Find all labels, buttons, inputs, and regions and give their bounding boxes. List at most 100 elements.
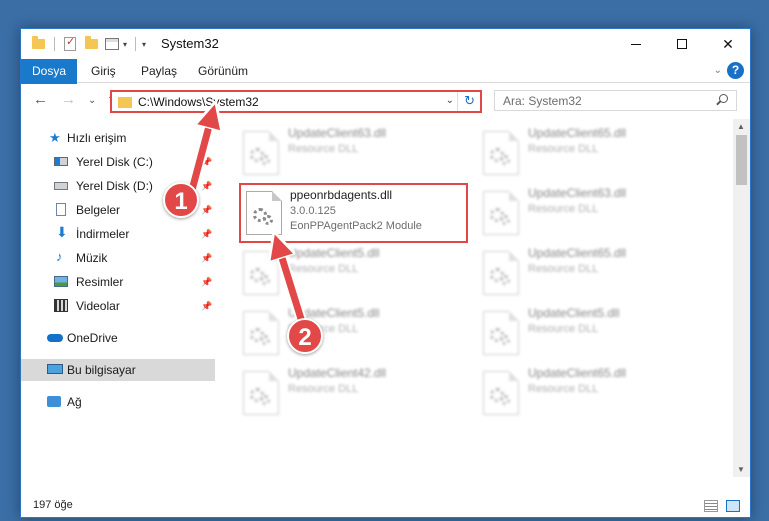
- dll-file-icon: [243, 131, 279, 175]
- navigation-bar: ← → ⌄ ↑ C:\Windows\System32 ⌄ ↻ Ara: Sys…: [21, 84, 750, 118]
- sidebar-item-label: Hızlı erişim: [67, 131, 127, 145]
- sidebar-item-network[interactable]: Ağ: [21, 391, 215, 413]
- forward-arrow-icon[interactable]: →: [61, 91, 76, 108]
- new-folder-icon[interactable]: [85, 36, 98, 52]
- properties-icon[interactable]: [105, 36, 119, 52]
- dll-file-icon: [243, 251, 279, 295]
- qa-dropdown-chevron-icon[interactable]: ▾: [142, 36, 146, 52]
- file-name: UpdateClient63.dll: [288, 126, 387, 140]
- pin-icon[interactable]: 📌: [201, 181, 212, 192]
- pictures-icon: [54, 276, 68, 287]
- close-icon: ✕: [722, 35, 734, 52]
- scroll-down-arrow-icon[interactable]: ▼: [737, 465, 745, 474]
- file-type: Resource DLL: [288, 263, 359, 275]
- file-type: Resource DLL: [528, 263, 599, 275]
- file-name: UpdateClient65.dll: [528, 126, 627, 140]
- file-name: UpdateClient63.dll: [528, 186, 627, 200]
- pin-icon[interactable]: 📌: [201, 277, 212, 288]
- sidebar-item-quick-access[interactable]: ★ Hızlı erişim: [21, 127, 215, 149]
- sidebar-item-label: İndirmeler: [76, 227, 130, 241]
- file-item[interactable]: UpdateClient5.dll Resource DLL: [235, 303, 460, 359]
- download-icon: ⬇: [56, 224, 68, 240]
- sidebar-item-label: Bu bilgisayar: [67, 363, 136, 377]
- refresh-icon[interactable]: ↻: [464, 93, 475, 109]
- details-view-icon[interactable]: [704, 500, 718, 512]
- status-bar: 197 öğe: [21, 495, 750, 517]
- help-icon[interactable]: ?: [727, 62, 744, 79]
- file-type: Resource DLL: [288, 143, 359, 155]
- file-version: 3.0.0.125: [290, 205, 336, 217]
- file-item[interactable]: UpdateClient65.dll Resource DLL: [475, 123, 700, 179]
- dll-file-icon: [243, 311, 279, 355]
- file-item[interactable]: UpdateClient65.dll Resource DLL: [475, 363, 700, 419]
- file-item[interactable]: UpdateClient5.dll Resource DLL: [475, 303, 700, 359]
- ribbon-expand-chevron-icon[interactable]: ⌄: [714, 65, 722, 76]
- pin-icon[interactable]: 📌: [201, 301, 212, 312]
- sidebar-item-pictures[interactable]: Resimler 📌: [21, 271, 215, 293]
- file-item[interactable]: UpdateClient42.dll Resource DLL: [235, 363, 460, 419]
- file-type: Resource DLL: [528, 323, 599, 335]
- minimize-icon: [631, 43, 641, 45]
- dll-file-icon: [483, 191, 519, 235]
- properties-check-icon[interactable]: [64, 35, 76, 52]
- search-icon[interactable]: [719, 94, 728, 103]
- file-item-selected[interactable]: ppeonrbdagents.dll 3.0.0.125 EonPPAgentP…: [239, 183, 468, 243]
- qa-customize-chevron-icon[interactable]: ▾: [123, 36, 127, 52]
- file-item[interactable]: UpdateClient5.dll Resource DLL: [235, 243, 460, 299]
- sidebar-item-local-disk-c[interactable]: Yerel Disk (C:) 📌: [21, 151, 215, 173]
- pin-icon[interactable]: 📌: [201, 205, 212, 216]
- recent-locations-chevron-icon[interactable]: ⌄: [88, 95, 96, 106]
- address-path[interactable]: C:\Windows\System32: [138, 95, 259, 109]
- vertical-scrollbar[interactable]: ▲ ▼: [733, 119, 750, 477]
- sidebar-item-downloads[interactable]: ⬇ İndirmeler 📌: [21, 223, 215, 245]
- maximize-button[interactable]: [659, 29, 705, 59]
- dll-file-icon: [246, 191, 282, 235]
- sidebar-item-label: Resimler: [76, 275, 124, 289]
- file-name: UpdateClient5.dll: [288, 246, 380, 260]
- sidebar-item-label: OneDrive: [67, 331, 118, 345]
- back-arrow-icon[interactable]: ←: [33, 91, 48, 108]
- sidebar-item-label: Yerel Disk (D:): [76, 179, 153, 193]
- file-name: ppeonrbdagents.dll: [290, 188, 393, 202]
- scrollbar-thumb[interactable]: [736, 135, 747, 185]
- pin-icon[interactable]: 📌: [201, 229, 212, 240]
- file-type: Resource DLL: [528, 383, 599, 395]
- drive-icon: [54, 157, 68, 166]
- videos-icon: [54, 299, 68, 312]
- file-type: Resource DLL: [288, 383, 359, 395]
- title-bar: ▾ ▾ System32 ✕: [21, 29, 750, 59]
- pin-icon[interactable]: 📌: [201, 157, 212, 168]
- folder-icon: [32, 36, 45, 52]
- address-bar[interactable]: C:\Windows\System32 ⌄ ↻: [110, 90, 482, 113]
- computer-icon: [47, 364, 63, 374]
- close-button[interactable]: ✕: [705, 29, 750, 59]
- sidebar-item-onedrive[interactable]: OneDrive: [21, 327, 215, 349]
- network-icon: [47, 396, 61, 407]
- explorer-window: ▾ ▾ System32 ✕ Dosya Giriş Paylaş Görünü…: [20, 28, 751, 518]
- pin-icon[interactable]: 📌: [201, 253, 212, 264]
- tab-home[interactable]: Giriş: [81, 59, 126, 83]
- sidebar-item-this-pc[interactable]: Bu bilgisayar: [21, 359, 215, 381]
- sidebar-item-label: Videolar: [76, 299, 120, 313]
- window-title: System32: [161, 36, 219, 51]
- file-item[interactable]: UpdateClient65.dll Resource DLL: [475, 243, 700, 299]
- documents-icon: [56, 203, 66, 216]
- sidebar-item-music[interactable]: ♪ Müzik 📌: [21, 247, 215, 269]
- callout-badge-2: 2: [287, 318, 323, 354]
- file-item[interactable]: UpdateClient63.dll Resource DLL: [475, 183, 700, 239]
- address-dropdown-chevron-icon[interactable]: ⌄: [446, 95, 454, 106]
- search-input[interactable]: Ara: System32: [494, 90, 737, 111]
- tab-share[interactable]: Paylaş: [131, 59, 187, 83]
- sidebar-item-videos[interactable]: Videolar 📌: [21, 295, 215, 317]
- file-type: Resource DLL: [528, 143, 599, 155]
- scroll-up-arrow-icon[interactable]: ▲: [737, 122, 745, 131]
- callout-badge-1: 1: [163, 182, 199, 218]
- folder-icon: [118, 97, 132, 108]
- file-item[interactable]: UpdateClient63.dll Resource DLL: [235, 123, 460, 179]
- large-icons-view-icon[interactable]: [726, 500, 740, 512]
- file-name: UpdateClient65.dll: [528, 366, 627, 380]
- tab-view[interactable]: Görünüm: [188, 59, 258, 83]
- minimize-button[interactable]: [613, 29, 659, 59]
- item-count: 197 öğe: [33, 499, 73, 511]
- dll-file-icon: [483, 371, 519, 415]
